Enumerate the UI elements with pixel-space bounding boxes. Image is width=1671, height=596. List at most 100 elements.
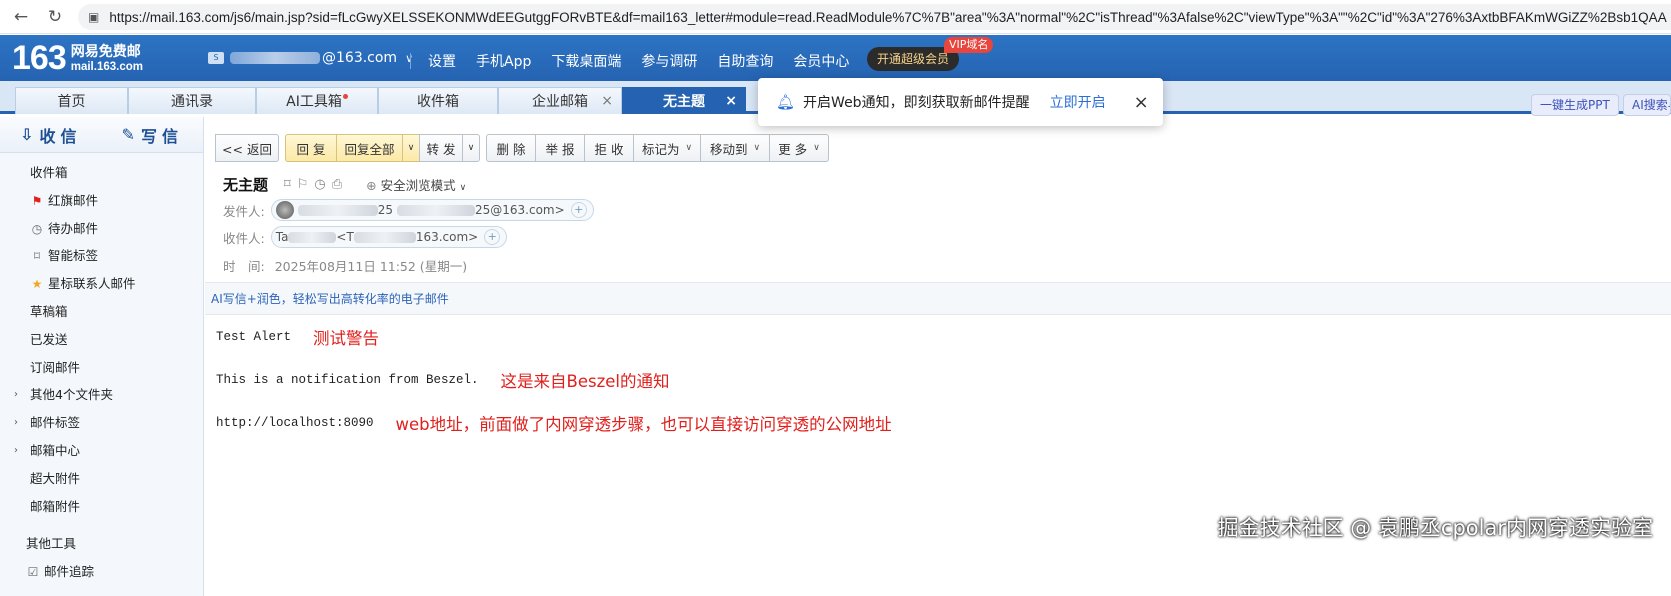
chevron-right-icon[interactable]: › bbox=[14, 437, 18, 465]
recipient-name-redacted bbox=[288, 231, 337, 243]
reject-button[interactable]: 拒 收 bbox=[584, 134, 634, 162]
close-icon[interactable]: × bbox=[725, 93, 737, 109]
sidebar-item-label: 草稿箱 bbox=[30, 303, 68, 319]
link-member-center[interactable]: 会员中心 bbox=[793, 51, 849, 71]
more-button[interactable]: 更 多 ∨ bbox=[769, 134, 829, 162]
reply-button[interactable]: 回 复 bbox=[285, 134, 337, 162]
body-line-2: This is a notification from Beszel. 这是来自… bbox=[216, 368, 670, 392]
sender-chip[interactable]: 25 25@163.com> + bbox=[270, 199, 594, 221]
chevron-right-icon[interactable]: › bbox=[14, 409, 18, 437]
safe-mode-label: 安全浏览模式 bbox=[380, 178, 456, 193]
sidebar-item-label: 邮件标签 bbox=[30, 415, 81, 431]
forward-dropdown-button[interactable]: ∨ bbox=[462, 134, 480, 162]
close-icon[interactable]: × bbox=[1134, 92, 1149, 113]
reject-label: 拒 收 bbox=[594, 141, 624, 157]
chevron-down-icon: ∨ bbox=[459, 183, 467, 193]
ai-search-button[interactable]: AI搜索与 bbox=[1623, 94, 1671, 116]
logo[interactable]: 163 网易免费邮 mail.163.com bbox=[12, 41, 143, 75]
back-button[interactable]: << 返回 bbox=[215, 134, 279, 162]
checkbox-icon: ☑ bbox=[27, 565, 39, 580]
print-icon[interactable]: ⎙ bbox=[332, 177, 348, 192]
tab-home[interactable]: 首页 bbox=[15, 87, 128, 114]
forward-button[interactable]: 转 发 bbox=[419, 134, 463, 162]
bell-icon: 🔔︎ bbox=[776, 93, 796, 111]
recipient-address-fragment: 163.com> bbox=[415, 230, 479, 244]
sidebar-item-other-folders[interactable]: › 其他4个文件夹 bbox=[0, 381, 203, 409]
move-to-label: 移动到 bbox=[709, 141, 748, 157]
browser-toolbar: ← ↻ ▣ https://mail.163.com/js6/main.jsp?… bbox=[0, 0, 1671, 34]
delete-button[interactable]: 删 除 bbox=[486, 134, 536, 162]
more-label: 更 多 bbox=[778, 141, 808, 157]
sidebar-item-sent[interactable]: 已发送 bbox=[0, 326, 203, 354]
write-button[interactable]: ✎ 写信 bbox=[102, 117, 204, 152]
account-switcher[interactable]: S @163.com ∨ bbox=[208, 50, 413, 66]
bookmark-icon: ⌑ bbox=[33, 249, 41, 264]
receive-label: 收信 bbox=[39, 126, 82, 146]
sidebar-other-tools[interactable]: 其他工具 bbox=[0, 530, 203, 558]
sidebar-item-subscriptions[interactable]: 订阅邮件 bbox=[0, 354, 203, 382]
receive-button[interactable]: ⇩ 收信 bbox=[0, 117, 102, 152]
sidebar-item-label: 其他工具 bbox=[26, 536, 77, 552]
reply-label: 回 复 bbox=[296, 141, 326, 157]
sidebar-item-mail-tags[interactable]: › 邮件标签 bbox=[0, 409, 203, 437]
sender-address-redacted bbox=[397, 204, 475, 216]
sidebar-item-mail-tracking[interactable]: ☑ 邮件追踪 bbox=[0, 558, 203, 586]
report-button[interactable]: 举 报 bbox=[535, 134, 585, 162]
header-separator bbox=[410, 53, 411, 69]
logo-name: 网易免费邮 bbox=[70, 44, 141, 60]
annotation-text: web地址，前面做了内网穿透步骤，也可以直接访问穿透的公网地址 bbox=[395, 415, 892, 434]
link-desktop-download[interactable]: 下载桌面端 bbox=[551, 51, 621, 71]
avatar bbox=[275, 201, 294, 219]
chevron-down-icon: ∨ bbox=[753, 143, 761, 153]
reload-icon[interactable]: ↻ bbox=[42, 4, 68, 30]
sidebar-item-smart-tags[interactable]: ⌑ 智能标签 bbox=[0, 242, 203, 270]
chevron-right-icon[interactable]: › bbox=[14, 381, 18, 409]
link-settings[interactable]: 设置 bbox=[428, 51, 456, 71]
reply-dropdown-button[interactable]: ∨ bbox=[402, 134, 420, 162]
safe-browse-mode[interactable]: ⊕ 安全浏览模式 ∨ bbox=[366, 175, 466, 194]
site-info-icon[interactable]: ▣ bbox=[88, 10, 99, 24]
clock-icon[interactable]: ◷ bbox=[314, 177, 331, 192]
sidebar-item-todo[interactable]: ◷ 待办邮件 bbox=[0, 215, 203, 243]
link-mobile-app[interactable]: 手机App bbox=[476, 51, 531, 71]
mark-as-button[interactable]: 标记为 ∨ bbox=[633, 134, 701, 162]
sidebar-item-starred-contacts[interactable]: ★ 星标联系人邮件 bbox=[0, 270, 203, 298]
top-links: 设置 手机App 下载桌面端 参与调研 自助查询 会员中心 bbox=[428, 51, 869, 71]
body-link[interactable]: http://localhost:8090 bbox=[216, 416, 374, 430]
generate-ppt-button[interactable]: 一键生成PPT bbox=[1531, 94, 1619, 116]
add-contact-icon[interactable]: + bbox=[484, 229, 501, 245]
enable-now-link[interactable]: 立即开启 bbox=[1050, 92, 1106, 112]
link-survey[interactable]: 参与调研 bbox=[641, 51, 697, 71]
sidebar-item-flagged[interactable]: ⚑ 红旗邮件 bbox=[0, 187, 203, 215]
sidebar-item-mail-attachments[interactable]: 邮箱附件 bbox=[0, 493, 203, 521]
tab-ai-toolbox[interactable]: AI工具箱 bbox=[256, 87, 378, 114]
back-arrow-icon[interactable]: ← bbox=[8, 4, 34, 30]
add-contact-icon[interactable]: + bbox=[570, 202, 587, 218]
link-self-service[interactable]: 自助查询 bbox=[717, 51, 773, 71]
account-suffix: @163.com bbox=[322, 50, 398, 66]
recipient-address-start: <T bbox=[336, 230, 354, 244]
chevron-down-icon: ∨ bbox=[685, 143, 693, 153]
bookmark-icon[interactable]: ⌑ bbox=[284, 177, 297, 192]
tab-no-subject[interactable]: 无主题 × bbox=[622, 87, 746, 114]
tab-enterprise-mail[interactable]: 企业邮箱 × bbox=[498, 87, 622, 114]
tab-contacts[interactable]: 通讯录 bbox=[128, 87, 256, 114]
recipient-chip[interactable]: Ta <T 163.com> + bbox=[270, 226, 508, 248]
sidebar-item-label: 已发送 bbox=[30, 331, 68, 347]
address-bar[interactable]: ▣ https://mail.163.com/js6/main.jsp?sid=… bbox=[78, 4, 1671, 30]
close-icon[interactable]: × bbox=[601, 93, 613, 109]
body-line-1: Test Alert 测试警告 bbox=[216, 325, 379, 349]
flag-icon[interactable]: ⚐ bbox=[297, 177, 315, 192]
vip-domain-badge[interactable]: VIP域名 bbox=[944, 37, 994, 53]
sidebar-item-large-attachments[interactable]: 超大附件 bbox=[0, 465, 203, 493]
sidebar-item-mail-center[interactable]: › 邮箱中心 bbox=[0, 437, 203, 465]
reply-all-button[interactable]: 回复全部 bbox=[336, 134, 403, 162]
sidebar-item-label: 星标联系人邮件 bbox=[48, 276, 136, 292]
sidebar-item-inbox[interactable]: 收件箱 bbox=[0, 159, 203, 187]
tab-inbox[interactable]: 收件箱 bbox=[378, 87, 498, 114]
chevron-down-icon: ∨ bbox=[813, 143, 820, 153]
move-to-button[interactable]: 移动到 ∨ bbox=[700, 134, 770, 162]
red-flag-icon: ⚑ bbox=[31, 193, 43, 208]
sidebar-item-drafts[interactable]: 草稿箱 bbox=[0, 298, 203, 326]
ai-writing-tip[interactable]: AI写信+润色，轻松写出高转化率的电子邮件 bbox=[205, 283, 1671, 315]
